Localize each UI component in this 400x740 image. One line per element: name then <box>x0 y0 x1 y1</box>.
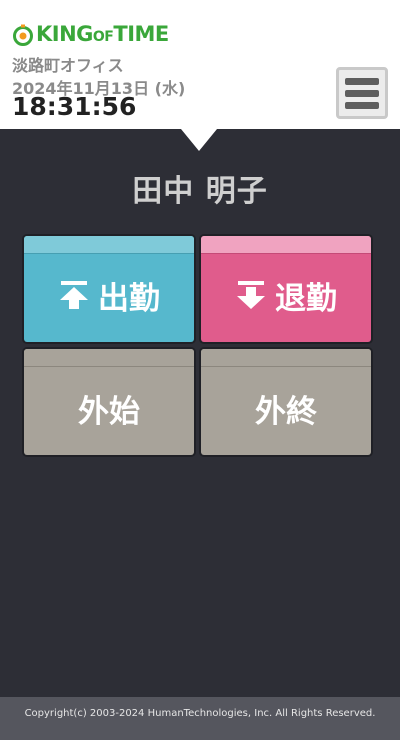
out-end-button[interactable]: 外終 <box>201 349 371 455</box>
header-notch <box>181 129 217 151</box>
clock-out-label: 退勤 <box>275 280 337 317</box>
hamburger-icon <box>345 75 379 111</box>
office-name: 淡路町オフィス <box>12 56 124 75</box>
clock-logo-icon <box>13 24 33 46</box>
employee-name: 田中 明子 <box>132 174 268 209</box>
copyright-text: Copyright(c) 2003-2024 HumanTechnologies… <box>24 708 376 719</box>
footer: Copyright(c) 2003-2024 HumanTechnologies… <box>0 697 400 740</box>
menu-button[interactable] <box>336 67 388 119</box>
out-end-label: 外終 <box>255 393 317 430</box>
out-start-button[interactable]: 外始 <box>24 349 194 455</box>
header: KINGOFTIME 淡路町オフィス 2024年11月13日 (水) 18:31… <box>0 0 400 129</box>
current-time: 18:31:56 <box>12 92 137 121</box>
logo-text-of: OF <box>92 28 114 45</box>
logo-text: KINGOFTIME <box>36 21 169 50</box>
clock-in-button[interactable]: 出勤 <box>24 236 194 342</box>
logo-text-time: TIME <box>113 21 169 46</box>
logo: KINGOFTIME <box>12 22 169 48</box>
out-start-label: 外始 <box>78 393 140 430</box>
clock-in-label: 出勤 <box>98 280 160 317</box>
arrow-up-icon <box>60 281 88 309</box>
logo-text-king: KING <box>36 21 93 46</box>
clock-out-button[interactable]: 退勤 <box>201 236 371 342</box>
arrow-down-icon <box>237 281 265 309</box>
